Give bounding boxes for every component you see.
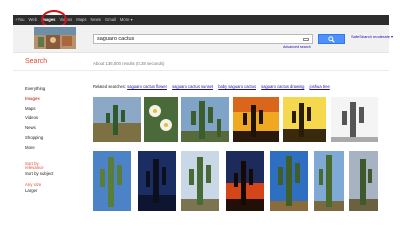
cactus-pale-sky-thumbnail	[181, 151, 219, 211]
image-result[interactable]	[144, 97, 178, 142]
image-result[interactable]	[283, 97, 326, 142]
cactus-azure-thumbnail	[270, 151, 308, 211]
cactus-tall-thumbnail	[314, 151, 344, 211]
search-input[interactable]: saguaro cactus	[93, 34, 313, 44]
related-link-drawing[interactable]: saguaro cactus drawing	[261, 84, 304, 89]
search-icon	[328, 35, 335, 43]
search-query-text: saguaro cactus	[97, 36, 135, 42]
cactus-desert-thumbnail	[93, 97, 141, 142]
image-result[interactable]	[226, 151, 264, 211]
advanced-search-link[interactable]: Advanced search	[283, 45, 311, 49]
image-result[interactable]	[270, 151, 308, 211]
nav-item-web[interactable]: Web	[27, 15, 40, 25]
image-result[interactable]	[349, 151, 378, 211]
safesearch-dropdown[interactable]: SafeSearch moderate ▾	[351, 34, 393, 39]
cactus-sky-thumbnail	[181, 97, 229, 142]
sidebar-item-videos[interactable]: Videos	[25, 113, 81, 123]
cactus-blue-sky-thumbnail	[93, 151, 131, 211]
nav-item-more[interactable]: More ▾	[118, 15, 135, 25]
nav-item-gmail[interactable]: Gmail	[103, 15, 118, 25]
sidebar-item-news[interactable]: News	[25, 123, 81, 133]
related-link-joshua-tree[interactable]: joshua tree	[310, 84, 330, 89]
image-result[interactable]	[331, 97, 378, 142]
image-result[interactable]	[233, 97, 279, 142]
sidebar-item-images[interactable]: Images	[25, 94, 81, 104]
keyboard-icon[interactable]	[303, 38, 309, 41]
result-stats: About 136,000 results (0.28 seconds)	[93, 61, 165, 66]
cactus-yellow-sky-thumbnail	[283, 97, 326, 142]
nav-item-plus-you[interactable]: +You	[13, 15, 27, 25]
search-header: saguaro cactus Advanced search SafeSearc…	[13, 25, 393, 53]
top-nav-items: +You Web Images Videos Maps News Gmail M…	[13, 15, 135, 25]
image-result[interactable]	[93, 97, 141, 142]
sidebar-item-more[interactable]: More	[25, 143, 81, 153]
size-larger-link[interactable]: Larger	[25, 188, 81, 194]
cactus-sunset-thumbnail	[233, 97, 279, 142]
image-result[interactable]	[181, 151, 219, 211]
top-navigation-bar: +You Web Images Videos Maps News Gmail M…	[13, 15, 389, 25]
sidebar-item-maps[interactable]: Maps	[25, 104, 81, 114]
sidebar-item-everything[interactable]: Everything	[25, 84, 81, 94]
sidebar-item-shopping[interactable]: Shopping	[25, 133, 81, 143]
search-tools-sidebar: Everything Images Maps Videos News Shopp…	[25, 84, 81, 194]
cactus-drawing-thumbnail	[331, 97, 378, 142]
cactus-night-thumbnail	[138, 151, 176, 211]
cactus-gray-sky-thumbnail	[349, 151, 378, 211]
related-link-flower[interactable]: saguaro cactus flower	[127, 84, 167, 89]
related-link-sunset[interactable]: saguaro cactus sunset	[172, 84, 213, 89]
nav-item-news[interactable]: News	[88, 15, 102, 25]
nav-item-maps[interactable]: Maps	[74, 15, 88, 25]
image-result[interactable]	[138, 151, 176, 211]
search-button[interactable]	[318, 34, 345, 44]
divider	[13, 70, 389, 71]
image-result[interactable]	[181, 97, 229, 142]
related-searches-label: Related searches:	[93, 84, 126, 89]
related-searches: Related searches: saguaro cactus flower …	[93, 84, 334, 89]
related-link-baby[interactable]: baby saguaro cactus	[218, 84, 256, 89]
page-title: Search	[25, 58, 48, 65]
doodle-logo[interactable]	[34, 27, 76, 49]
image-result[interactable]	[314, 151, 344, 211]
image-result[interactable]	[93, 151, 131, 211]
cactus-red-sunset-thumbnail	[226, 151, 264, 211]
cactus-flower-thumbnail	[144, 97, 178, 142]
